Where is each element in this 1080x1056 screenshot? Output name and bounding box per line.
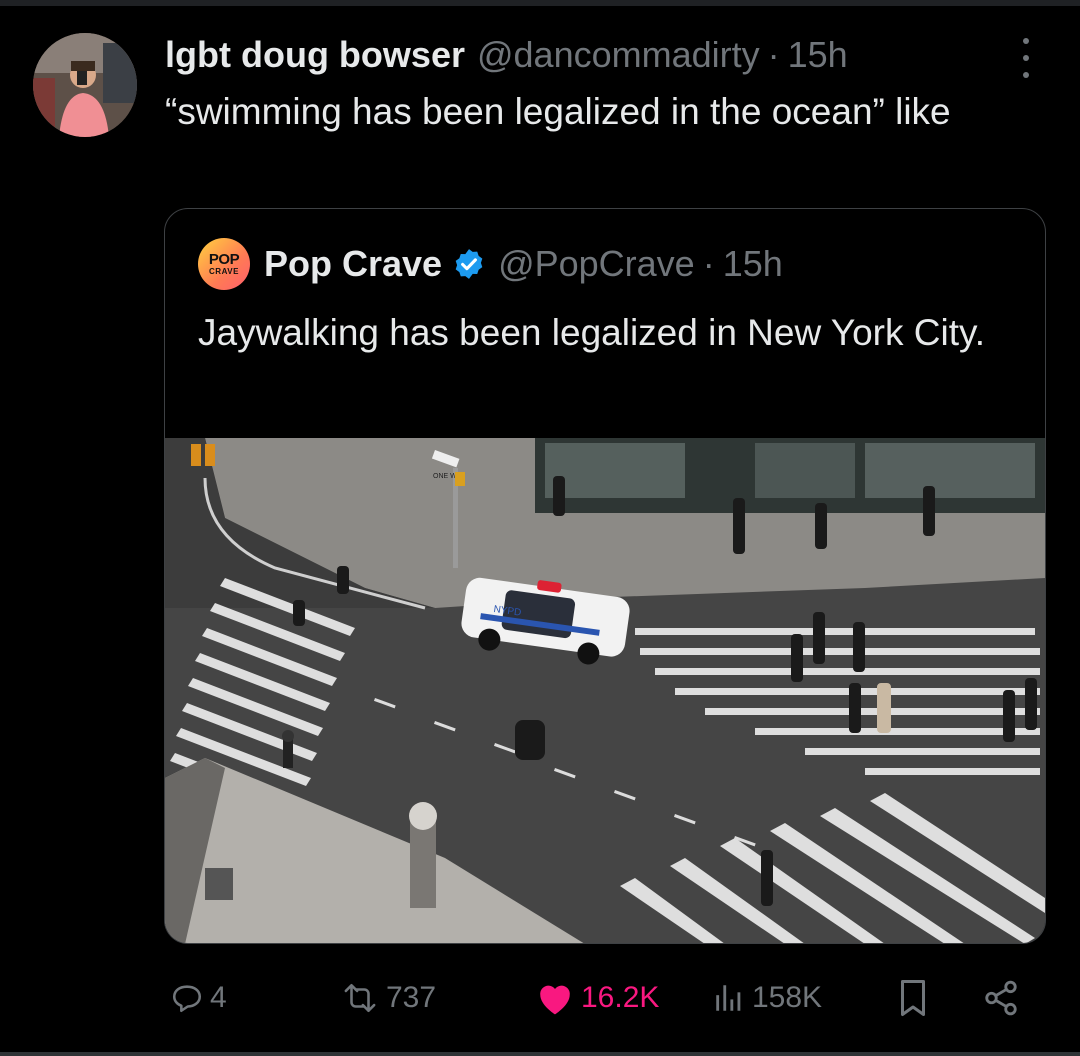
repost-count: 737 (386, 981, 437, 1014)
separator-dot: · (767, 34, 780, 75)
more-options-icon[interactable] (1012, 38, 1040, 78)
like-button[interactable]: 16.2K (535, 970, 659, 1026)
repost-button[interactable]: 737 (340, 970, 436, 1026)
avatar-logo-subtext: CRAVE (209, 266, 239, 276)
photo-image: NYPD ONE WAY (165, 438, 1045, 943)
share-icon (985, 980, 1017, 1016)
like-heart-icon (540, 985, 570, 1015)
avatar-photo (33, 33, 137, 137)
quoted-author-avatar[interactable]: POP CRAVE (198, 238, 250, 290)
top-divider (0, 0, 1080, 6)
author-avatar[interactable] (33, 33, 137, 137)
street-crossing-photo[interactable]: NYPD ONE WAY (165, 438, 1045, 943)
quoted-timestamp[interactable]: 15h (723, 243, 783, 285)
author-handle[interactable]: @dancommadirty (477, 34, 760, 76)
bookmark-button[interactable] (895, 970, 931, 1026)
views-button[interactable]: 158K (712, 970, 822, 1026)
tweet-text: “swimming has been legalized in the ocea… (165, 91, 951, 132)
repost-icon (344, 983, 376, 1013)
tweet-timestamp[interactable]: 15h (788, 34, 848, 76)
separator-dot: · (702, 243, 715, 284)
quoted-author-name[interactable]: Pop Crave (264, 243, 442, 285)
reply-button[interactable]: 4 (170, 970, 227, 1026)
reply-count: 4 (210, 981, 227, 1014)
bookmark-icon (901, 980, 925, 1016)
verified-badge-icon (455, 249, 483, 279)
views-icon (716, 985, 741, 1011)
tweet-header: lgbt doug bowser @dancommadirty · 15h (165, 30, 995, 80)
views-count: 158K (752, 981, 823, 1014)
quoted-author-handle[interactable]: @PopCrave (498, 243, 695, 285)
share-button[interactable] (982, 970, 1020, 1026)
quoted-tweet-header: POP CRAVE Pop Crave @PopCrave · 15h (198, 238, 783, 290)
bottom-divider (0, 1052, 1080, 1056)
reply-icon (172, 985, 202, 1013)
avatar-logo-text: POP (208, 250, 240, 268)
tweet-actions-bar: 4 737 16.2K 158K (170, 970, 1030, 1026)
like-count: 16.2K (581, 981, 660, 1014)
quoted-tweet-text: Jaywalking has been legalized in New Yor… (198, 312, 986, 353)
author-name[interactable]: lgbt doug bowser (165, 34, 465, 76)
quoted-tweet[interactable]: POP CRAVE Pop Crave @PopCrave · 15h Jayw… (164, 208, 1046, 944)
